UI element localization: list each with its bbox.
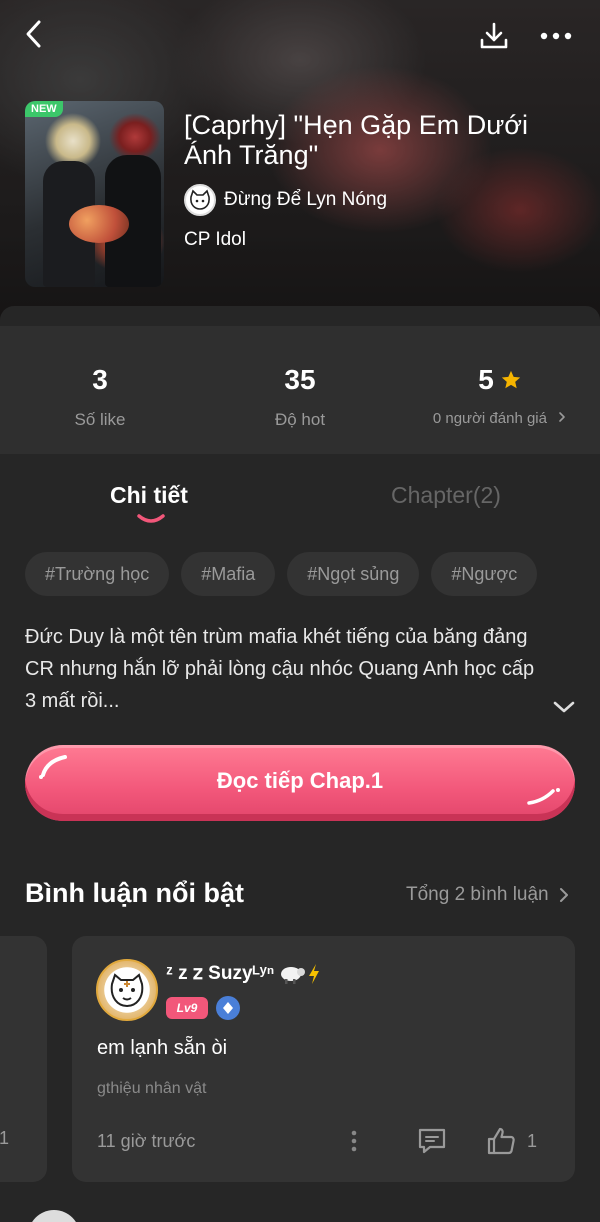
author-name: Đừng Để Lyn Nóng [224, 189, 388, 210]
tab-chapter[interactable]: Chapter(2) [391, 482, 501, 509]
tiger-avatar-icon [110, 973, 144, 1008]
rating-value: 5 [478, 364, 494, 395]
tab-bar: Chi tiết Chapter(2) [0, 466, 600, 536]
comment-more-button[interactable] [342, 1128, 366, 1154]
story-category[interactable]: CP Idol [184, 229, 246, 251]
rating-label-row: 0 người đánh giá [400, 410, 600, 427]
tag-chip[interactable]: #Trường học [25, 552, 170, 596]
likes-label: Số like [74, 410, 126, 429]
hot-label: Độ hot [274, 410, 326, 429]
cat-avatar-icon [190, 189, 210, 210]
comment-time: 11 giờ trước [97, 1131, 196, 1151]
comment-reply-button[interactable] [415, 1125, 449, 1157]
author-link[interactable]: Đừng Để Lyn Nóng [184, 184, 387, 216]
cover-bouquet [69, 205, 129, 243]
comment-icon [418, 1128, 446, 1154]
thumbs-up-icon [487, 1127, 515, 1155]
stats-panel: 3 Số like 35 Độ hot 5 0 người đánh giá [0, 326, 600, 454]
button-shine-decoration [39, 755, 67, 779]
continue-reading-label: Đọc tiếp Chap.1 [216, 768, 384, 793]
comment-card-previous[interactable]: 1 [0, 936, 47, 1182]
stat-hot: 35 Độ hot [200, 326, 400, 430]
more-button[interactable] [536, 16, 576, 56]
hot-value: 35 [284, 364, 316, 395]
diamond-icon [223, 1002, 233, 1014]
tag-chip[interactable]: #Ngược [431, 552, 538, 596]
comment-text: em lạnh sẵn òi [97, 1037, 228, 1059]
commenter-name-row[interactable]: ᶻ z 𝗓 Suzyᴸʸⁿ [166, 962, 322, 985]
rating-label: 0 người đánh giá [432, 410, 547, 427]
download-button[interactable] [474, 16, 514, 56]
continue-reading-button[interactable]: Đọc tiếp Chap.1 [25, 745, 575, 821]
more-vertical-icon [351, 1130, 357, 1152]
tab-detail[interactable]: Chi tiết [110, 482, 188, 509]
button-shine-decoration [527, 788, 560, 805]
author-avatar [184, 184, 216, 216]
chevron-down-icon [553, 701, 575, 713]
story-description: Đức Duy là một tên trùm mafia khét tiếng… [25, 626, 535, 712]
comment-reference[interactable]: gthiệu nhân vật [97, 1080, 206, 1098]
expand-description-button[interactable] [548, 692, 580, 722]
back-button[interactable] [14, 14, 54, 54]
likes-value: 3 [92, 364, 108, 395]
comment-like-count: 1 [0, 1128, 9, 1148]
stat-rating[interactable]: 5 0 người đánh giá [400, 326, 600, 427]
lightning-icon [309, 963, 320, 984]
commenter-avatar[interactable] [96, 959, 158, 1021]
member-badge [216, 996, 240, 1020]
comment-like-button[interactable] [484, 1124, 518, 1158]
chevron-right-icon [559, 412, 565, 422]
stat-likes: 3 Số like [0, 326, 200, 430]
star-icon [501, 370, 520, 389]
comments-total-label: Tổng 2 bình luận [406, 884, 549, 905]
tag-chip[interactable]: #Mafia [181, 552, 276, 596]
chevron-left-icon [26, 20, 41, 48]
rating-row: 5 [400, 364, 600, 396]
new-badge: NEW [25, 101, 63, 117]
tab-active-indicator [137, 514, 165, 523]
comment-like-count: 1 [527, 1131, 538, 1151]
tag-list: #Trường học #Mafia #Ngọt sủng #Ngược [25, 552, 538, 596]
tag-chip[interactable]: #Ngọt sủng [287, 552, 420, 596]
story-cover[interactable]: NEW [25, 101, 164, 287]
download-icon [480, 22, 508, 49]
commenter-name: ᶻ z 𝗓 Suzyᴸʸⁿ [166, 963, 275, 984]
more-horizontal-icon [540, 32, 572, 40]
story-title: [Caprhy] "Hẹn Gặp Em Dưới Ánh Trăng" [184, 110, 528, 170]
comments-section-title: Bình luận nổi bật [25, 878, 244, 908]
chevron-right-icon [559, 888, 568, 902]
sheep-icon [281, 966, 306, 984]
all-comments-link[interactable]: Tổng 2 bình luận [406, 884, 569, 906]
level-badge: Lv9 [166, 997, 208, 1019]
